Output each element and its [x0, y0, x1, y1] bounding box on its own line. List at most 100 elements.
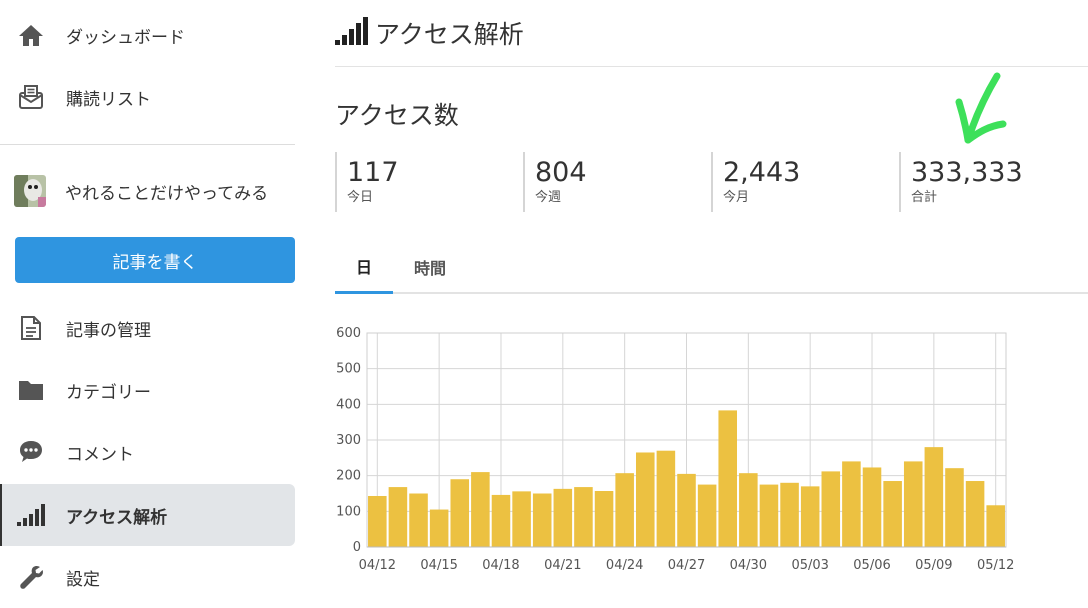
bar — [718, 410, 738, 547]
x-tick-label: 04/21 — [544, 558, 581, 573]
stat-week: 804 今週 — [523, 152, 587, 212]
nav-category[interactable]: カテゴリー — [0, 359, 295, 421]
stat-label: 今日 — [347, 190, 374, 205]
section-title: アクセス数 — [335, 101, 459, 130]
tab-day[interactable]: 日 — [335, 240, 393, 294]
x-tick-label: 05/03 — [791, 558, 828, 573]
nav-label: カテゴリー — [66, 382, 151, 403]
bar — [512, 491, 531, 547]
bar — [553, 488, 573, 547]
bar — [800, 486, 820, 547]
page-header: アクセス解析 — [335, 0, 1088, 67]
period-tabs: 日 時間 — [335, 240, 1088, 294]
bar — [656, 450, 676, 547]
folder-icon — [16, 375, 46, 405]
bar — [491, 494, 511, 547]
bar — [965, 481, 985, 547]
bar — [986, 505, 1005, 547]
nav-article-management[interactable]: 記事の管理 — [0, 297, 295, 359]
stat-value: 804 — [535, 157, 587, 188]
avatar — [14, 175, 46, 207]
tab-hour[interactable]: 時間 — [401, 240, 459, 294]
x-tick-label: 04/18 — [482, 558, 519, 573]
y-tick-label: 400 — [336, 397, 361, 412]
stat-label: 今月 — [723, 190, 750, 205]
bar — [635, 452, 655, 547]
nav-subscription-list[interactable]: 購読リスト — [0, 66, 295, 128]
x-tick-label: 04/30 — [730, 558, 767, 573]
nav-label: 設定 — [66, 569, 100, 590]
checkmark-annotation — [945, 70, 1015, 154]
signal-bars-icon — [16, 500, 46, 530]
bar — [471, 472, 490, 547]
blog-name: やれることだけやってみる — [65, 183, 269, 204]
bar — [924, 447, 944, 547]
write-article-button[interactable]: 記事を書く — [15, 237, 295, 283]
subscription-icon — [16, 82, 46, 112]
bar — [903, 461, 923, 547]
page-title: アクセス解析 — [375, 20, 524, 49]
y-tick-label: 500 — [336, 362, 361, 377]
bar — [388, 487, 408, 547]
nav-dashboard[interactable]: ダッシュボード — [0, 4, 295, 66]
stat-label: 合計 — [911, 190, 938, 205]
bar — [697, 484, 717, 547]
bar — [862, 467, 882, 547]
stat-today: 117 今日 — [335, 152, 399, 212]
bar — [594, 491, 614, 547]
x-tick-label: 04/15 — [420, 558, 457, 573]
nav-label: 購読リスト — [66, 89, 151, 110]
y-tick-label: 100 — [336, 504, 361, 519]
x-tick-label: 05/06 — [853, 558, 890, 573]
bar — [945, 468, 964, 547]
stat-month: 2,443 今月 — [711, 152, 800, 212]
bar — [429, 509, 449, 547]
nav-label: コメント — [66, 444, 134, 465]
bar — [677, 473, 696, 547]
bar — [409, 493, 428, 547]
bar — [842, 461, 861, 547]
x-tick-label: 05/09 — [915, 558, 952, 573]
sidebar-divider — [0, 144, 295, 145]
bar — [780, 482, 799, 547]
nav-label: 記事の管理 — [66, 320, 151, 341]
bar — [368, 495, 387, 547]
access-bar-chart: 0 100 200 300 400 500 600 04/12 04/15 04/18 04/21 0… — [336, 326, 1014, 573]
signal-bars-icon — [335, 17, 369, 49]
bar — [883, 481, 902, 547]
comment-icon — [16, 437, 46, 467]
bar — [450, 479, 470, 547]
bar — [759, 484, 779, 547]
nav-comment[interactable]: コメント — [0, 421, 295, 483]
bar — [739, 473, 758, 547]
nav-access-analytics[interactable]: アクセス解析 — [0, 484, 295, 546]
nav-label: アクセス解析 — [66, 507, 168, 528]
x-tick-label: 05/12 — [977, 558, 1014, 573]
x-tick-label: 04/12 — [359, 558, 396, 573]
nav-label: ダッシュボード — [66, 27, 185, 48]
bar — [821, 471, 841, 547]
bar — [574, 487, 593, 547]
main-content: アクセス解析 アクセス数 117 今日 804 今週 2,443 今月 333,… — [335, 0, 1088, 608]
y-tick-label: 200 — [336, 469, 361, 484]
y-tick-label: 600 — [336, 326, 361, 341]
sidebar: ダッシュボード 購読リスト やれることだけやってみる 記事を書く 記事の管理 カ… — [0, 0, 310, 608]
bar — [532, 493, 552, 547]
access-chart: 0 100 200 300 400 500 600 04/12 04/15 04/18 04/21 0… — [335, 318, 1088, 588]
wrench-icon — [16, 562, 46, 592]
stat-total: 333,333 合計 — [899, 152, 1023, 212]
x-tick-label: 04/24 — [606, 558, 643, 573]
stat-value: 117 — [347, 157, 399, 188]
x-tick-label: 04/27 — [668, 558, 705, 573]
stat-value: 333,333 — [911, 157, 1023, 188]
stat-value: 2,443 — [723, 157, 801, 188]
blog-selector[interactable]: やれることだけやってみる — [0, 160, 295, 222]
bar — [615, 473, 634, 547]
access-stats: 117 今日 804 今週 2,443 今月 333,333 合計 — [335, 152, 1088, 212]
y-tick-label: 0 — [353, 540, 361, 555]
stat-label: 今週 — [535, 190, 562, 205]
document-icon — [16, 313, 46, 343]
home-icon — [16, 20, 46, 50]
y-tick-label: 300 — [336, 433, 361, 448]
nav-settings[interactable]: 設定 — [0, 546, 295, 608]
